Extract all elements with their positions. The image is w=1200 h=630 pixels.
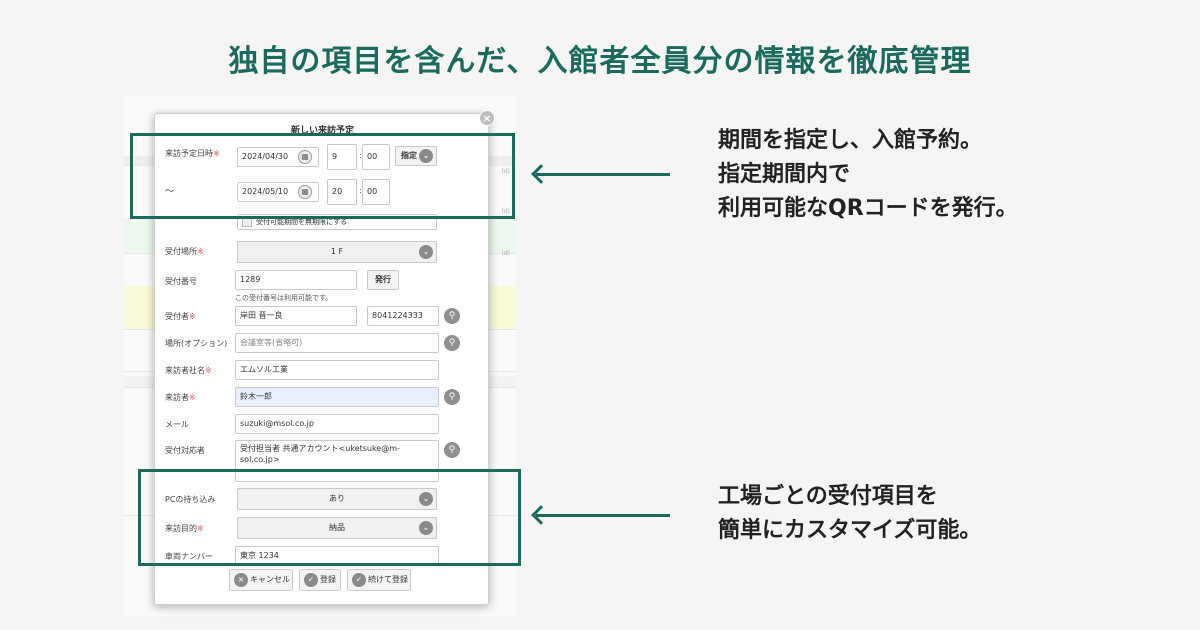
check-icon: ✓ — [352, 573, 366, 587]
reception-number-input[interactable]: 1289 — [235, 270, 357, 290]
search-icon[interactable]: ⚲ — [444, 442, 460, 458]
cancel-icon: × — [234, 573, 248, 587]
email-label: メール — [165, 420, 189, 429]
check-icon: ✓ — [304, 573, 318, 587]
callout-top: 期間を指定し、入館予約。 指定期間内で 利用可能なQRコードを発行。 — [718, 124, 1018, 226]
search-icon[interactable]: ⚲ — [444, 308, 460, 324]
callout-line: 簡単にカスタマイズ可能。 — [718, 518, 982, 543]
arrow-head — [531, 505, 551, 525]
visitor-input[interactable]: 鈴木一郎 — [235, 387, 439, 407]
reception-place-select[interactable]: 1 F ⌄ — [237, 241, 437, 263]
reception-number-note: この受付番号は利用可能です。 — [235, 294, 333, 302]
callout-line: 指定期間内で — [718, 162, 851, 187]
reception-place-label: 受付場所※ — [165, 247, 204, 256]
chevron-down-icon: ⌄ — [419, 245, 433, 259]
callout-line: 期間を指定し、入館予約。 — [718, 128, 983, 153]
arrow-left-icon — [536, 514, 670, 517]
visitor-company-input[interactable]: エムソル工業 — [235, 360, 439, 380]
callout-line: 利用可能なQRコードを発行。 — [718, 196, 1018, 221]
highlight-box-custom-fields — [138, 469, 521, 566]
close-icon[interactable]: × — [479, 110, 495, 126]
location-option-label: 場所(オプション) — [165, 339, 228, 348]
location-option-input[interactable]: 会議室等(省略可) — [235, 333, 439, 353]
receiver-name-input[interactable]: 岸田 晋一良 — [235, 306, 357, 326]
arrow-left-icon — [536, 173, 670, 176]
highlight-box-datetime — [130, 133, 515, 219]
receiver-phone-input[interactable]: 8041224333 — [367, 306, 439, 326]
visitor-label: 来訪者※ — [165, 393, 196, 402]
issue-button[interactable]: 発行 — [367, 270, 399, 290]
search-icon[interactable]: ⚲ — [444, 389, 460, 405]
register-continue-button[interactable]: ✓ 続けて登録 — [347, 569, 411, 591]
handler-line: sol.co.jp> — [240, 455, 280, 464]
visitor-company-label: 来訪者社名※ — [165, 366, 212, 375]
search-icon[interactable]: ⚲ — [444, 335, 460, 351]
receiver-label: 受付者※ — [165, 312, 196, 321]
handler-label: 受付対応者 — [165, 446, 205, 455]
callout-bottom: 工場ごとの受付項目を 簡単にカスタマイズ可能。 — [718, 480, 981, 548]
handler-line: 受付担当者 共通アカウント<uketsuke@m- — [240, 444, 400, 453]
register-button[interactable]: ✓ 登録 — [299, 569, 341, 591]
arrow-head — [531, 164, 551, 184]
reception-number-label: 受付番号 — [165, 277, 197, 286]
headline: 独自の項目を含んだ、入館者全員分の情報を徹底管理 — [228, 44, 972, 79]
cancel-button[interactable]: × キャンセル — [229, 569, 293, 591]
bg-tag: (d) — [501, 250, 511, 257]
email-input[interactable]: suzuki@msol.co.jp — [235, 414, 439, 434]
callout-line: 工場ごとの受付項目を — [718, 484, 938, 509]
